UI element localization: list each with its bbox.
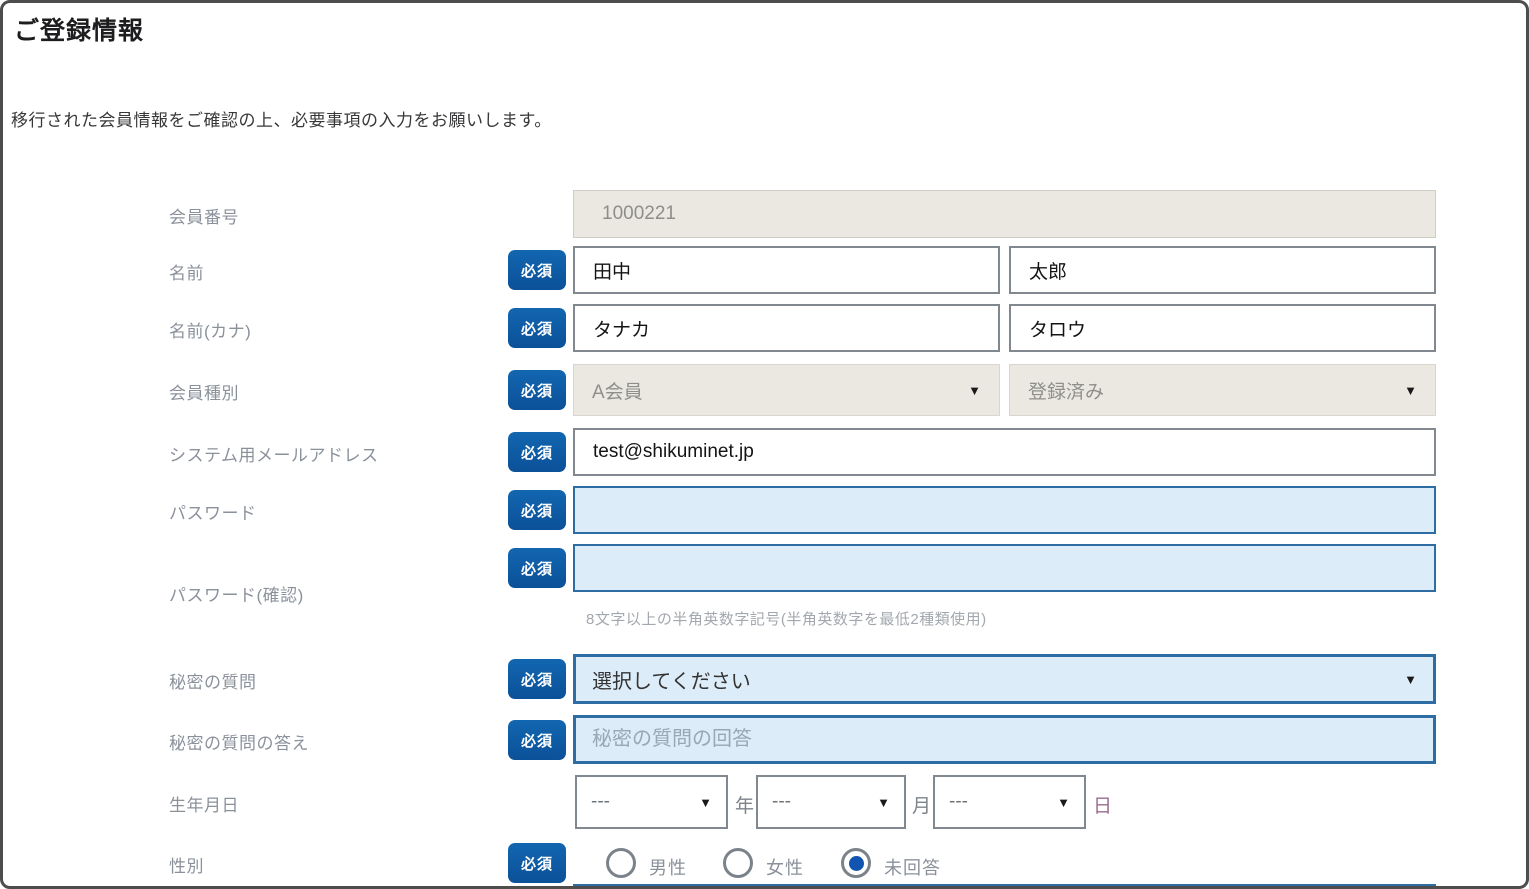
last-name-kana-input[interactable] <box>573 304 1000 352</box>
gender-option-female-label: 女性 <box>766 854 804 880</box>
password-hint: 8文字以上の半角英数字記号(半角英数字を最低2種類使用) <box>586 608 987 629</box>
chevron-down-icon: ▼ <box>1404 384 1417 397</box>
day-unit-label: 日 <box>1093 791 1112 818</box>
member-type-required-badge: 必須 <box>508 370 566 410</box>
member-number-field <box>573 190 1436 238</box>
gender-label: 性別 <box>169 852 204 877</box>
password-required-badge: 必須 <box>508 490 566 530</box>
secret-question-value: 選択してください <box>592 665 751 694</box>
password-label: パスワード <box>169 499 257 524</box>
gender-radio-male[interactable] <box>606 848 636 878</box>
birth-year-select[interactable]: --- ▼ <box>575 775 728 829</box>
gender-radio-female[interactable] <box>723 848 753 878</box>
year-unit-label: 年 <box>735 791 754 818</box>
next-field-top-edge <box>573 884 1436 889</box>
gender-required-badge: 必須 <box>508 843 566 883</box>
secret-question-label: 秘密の質問 <box>169 668 257 693</box>
chevron-down-icon: ▼ <box>699 796 712 809</box>
birth-month-value: --- <box>772 791 791 813</box>
email-label: システム用メールアドレス <box>169 441 379 466</box>
chevron-down-icon: ▼ <box>1404 673 1417 686</box>
gender-option-noanswer-label: 未回答 <box>884 854 941 880</box>
name-required-badge: 必須 <box>508 250 566 290</box>
secret-question-select[interactable]: 選択してください ▼ <box>573 654 1436 704</box>
password-confirm-field[interactable] <box>573 544 1436 592</box>
password-confirm-required-badge: 必須 <box>508 548 566 588</box>
name-kana-required-badge: 必須 <box>508 308 566 348</box>
member-type-label: 会員種別 <box>169 379 239 404</box>
birth-month-select[interactable]: --- ▼ <box>756 775 906 829</box>
password-field[interactable] <box>573 486 1436 534</box>
gender-option-male-label: 男性 <box>649 854 687 880</box>
member-type-select: A会員 ▼ <box>573 364 1000 416</box>
gender-radio-noanswer[interactable] <box>841 848 871 878</box>
chevron-down-icon: ▼ <box>968 384 981 397</box>
member-number-label: 会員番号 <box>169 203 239 228</box>
first-name-kana-input[interactable] <box>1009 304 1436 352</box>
secret-question-required-badge: 必須 <box>508 659 566 699</box>
name-label: 名前 <box>169 259 204 284</box>
birth-year-value: --- <box>591 791 610 813</box>
page-subtitle: 移行された会員情報をご確認の上、必要事項の入力をお願いします。 <box>11 106 552 131</box>
chevron-down-icon: ▼ <box>877 796 890 809</box>
birth-day-select[interactable]: --- ▼ <box>933 775 1086 829</box>
month-unit-label: 月 <box>912 791 931 818</box>
birthdate-label: 生年月日 <box>169 791 239 816</box>
member-type-value: A会員 <box>592 377 643 404</box>
secret-answer-required-badge: 必須 <box>508 720 566 760</box>
chevron-down-icon: ▼ <box>1057 796 1070 809</box>
email-required-badge: 必須 <box>508 432 566 472</box>
password-confirm-label: パスワード(確認) <box>169 581 304 606</box>
first-name-input[interactable] <box>1009 246 1436 294</box>
member-status-value: 登録済み <box>1028 377 1104 404</box>
birth-day-value: --- <box>949 791 968 813</box>
member-status-select: 登録済み ▼ <box>1009 364 1436 416</box>
email-field[interactable] <box>573 428 1436 476</box>
page-title: ご登録情報 <box>14 11 144 47</box>
secret-answer-input[interactable] <box>573 715 1436 764</box>
name-kana-label: 名前(カナ) <box>169 317 251 342</box>
last-name-input[interactable] <box>573 246 1000 294</box>
registration-form-page: ご登録情報 移行された会員情報をご確認の上、必要事項の入力をお願いします。 会員… <box>0 0 1529 889</box>
secret-answer-label: 秘密の質問の答え <box>169 729 309 754</box>
